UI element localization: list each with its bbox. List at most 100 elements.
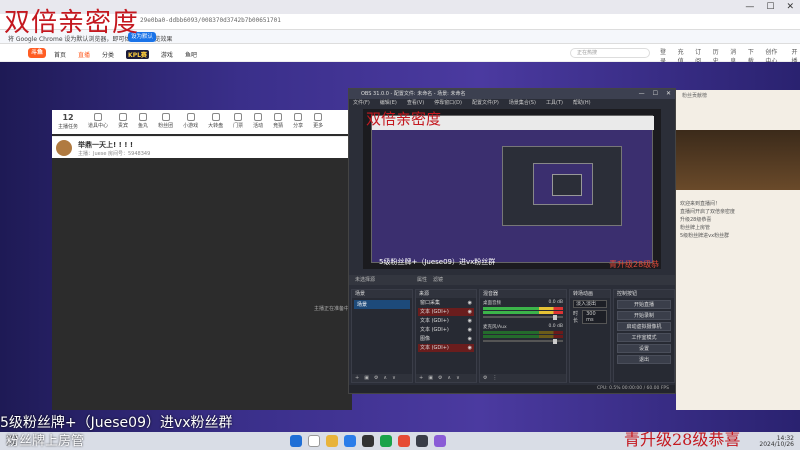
properties-button[interactable]: 属性 xyxy=(417,275,427,285)
filters-button[interactable]: 滤镜 xyxy=(433,275,443,285)
url-text[interactable]: 29e0ba0-ddbb6093/008370d3742b7b00651701 xyxy=(140,17,281,24)
trash-icon[interactable]: ▣ xyxy=(364,374,369,382)
source-item[interactable]: 文本 (GDI+) ◉ xyxy=(418,344,474,352)
maximize-icon[interactable]: ☐ xyxy=(766,2,774,12)
toolbar-item-wheel[interactable]: 大转盘 xyxy=(208,113,223,131)
mixer-channel-db: 0.0 dB xyxy=(548,300,563,305)
avatar[interactable] xyxy=(56,140,72,156)
arrow-down-icon[interactable]: ∨ xyxy=(392,374,396,382)
search-icon[interactable] xyxy=(308,435,320,447)
menu-edit[interactable]: 编辑(E) xyxy=(380,99,397,108)
source-item[interactable]: 文本 (GDI+) ◉ xyxy=(418,308,474,316)
eye-icon[interactable]: ◉ xyxy=(468,299,472,307)
nav-kpl[interactable]: KPL赛 xyxy=(126,50,149,59)
duration-label: 时长 xyxy=(573,311,579,324)
start-streaming-button[interactable]: 开始直播 xyxy=(617,300,671,309)
source-item[interactable]: 窗口采集 ◉ xyxy=(418,299,474,307)
settings-button[interactable]: 设置 xyxy=(617,344,671,353)
more-icon[interactable]: ⋮ xyxy=(492,374,497,382)
maximize-icon[interactable]: ☐ xyxy=(653,89,658,99)
virtual-camera-button[interactable]: 启动虚拟摄像机 xyxy=(617,322,671,331)
add-icon[interactable]: + xyxy=(355,374,359,382)
volume-meter xyxy=(483,335,563,338)
toolbar-item-fans[interactable]: 粉丝团 xyxy=(158,113,173,131)
menu-file[interactable]: 文件(F) xyxy=(353,99,370,108)
add-icon[interactable]: + xyxy=(419,374,423,382)
toolbar-item-fishball[interactable]: 鱼丸 xyxy=(138,113,148,131)
settings-icon[interactable]: ⚙ xyxy=(374,374,378,382)
menu-profile[interactable]: 配置文件(P) xyxy=(472,99,499,108)
eye-icon[interactable]: ◉ xyxy=(468,317,472,325)
menu-scene-collection[interactable]: 场景集合(S) xyxy=(509,99,536,108)
list-item: 5级粉丝牌进vx粉丝群 xyxy=(680,233,730,239)
steam-icon[interactable] xyxy=(362,435,374,447)
toolbar-item-ticket[interactable]: 门票 xyxy=(233,113,243,131)
wechat-icon[interactable] xyxy=(380,435,392,447)
nav-games[interactable]: 游戏 xyxy=(161,50,173,59)
nav-yuba[interactable]: 鱼吧 xyxy=(185,50,197,59)
arrow-down-icon[interactable]: ∨ xyxy=(456,374,460,382)
eye-icon[interactable]: ◉ xyxy=(468,326,472,334)
obs-preview[interactable]: 5级粉丝牌+（Juese09）进vx粉丝群 青升级28级恭 xyxy=(363,109,661,269)
source-item[interactable]: 文本 (GDI+) ◉ xyxy=(418,317,474,325)
source-item[interactable]: 图像 ◉ xyxy=(418,335,474,343)
obs-icon[interactable] xyxy=(416,435,428,447)
nav-home[interactable]: 首页 xyxy=(54,50,66,59)
sidebar-game-banner[interactable] xyxy=(676,130,800,190)
toolbar-item-share[interactable]: 分享 xyxy=(293,113,303,131)
source-tabs: 属性 滤镜 xyxy=(417,275,443,285)
volume-slider[interactable] xyxy=(483,314,563,320)
duration-input[interactable]: 300 ms xyxy=(582,310,607,324)
app-icon[interactable] xyxy=(434,435,446,447)
douyu-logo[interactable]: 斗鱼 xyxy=(28,48,46,58)
volume-meter xyxy=(483,331,563,334)
trash-icon[interactable]: ▣ xyxy=(428,374,433,382)
close-icon[interactable]: ✕ xyxy=(666,89,671,99)
arrow-up-icon[interactable]: ∧ xyxy=(447,374,451,382)
toolbar-item-guess[interactable]: 竞猜 xyxy=(273,113,283,131)
nav-live[interactable]: 直播 xyxy=(78,50,90,59)
fan-badge-icon xyxy=(161,113,170,121)
settings-icon[interactable]: ⚙ xyxy=(483,374,487,382)
rank-label[interactable]: 粉丝贡献榜 xyxy=(682,92,707,99)
scene-item[interactable]: 场景 xyxy=(354,300,410,309)
menu-view[interactable]: 查看(V) xyxy=(407,99,424,108)
exit-button[interactable]: 退出 xyxy=(617,355,671,364)
folder-icon[interactable] xyxy=(326,435,338,447)
system-tray[interactable]: 14:32 2024/10/26 xyxy=(759,436,794,448)
obs-menubar: 文件(F) 编辑(E) 查看(V) 停靠窗口(D) 配置文件(P) 场景集合(S… xyxy=(349,99,675,108)
eye-icon[interactable]: ◉ xyxy=(468,335,472,343)
minimize-icon[interactable]: — xyxy=(639,89,645,99)
menu-help[interactable]: 帮助(H) xyxy=(573,99,591,108)
nav-category[interactable]: 分类 xyxy=(102,50,114,59)
close-icon[interactable]: ✕ xyxy=(786,2,794,12)
toolbar-item-minigame[interactable]: 小游戏 xyxy=(183,113,198,131)
toolbar-item-more[interactable]: 更多 xyxy=(313,113,323,131)
streamer-meta: 主播：Juese 房间号：5948349 xyxy=(78,151,151,157)
toolbar-item-props[interactable]: 道具中心 xyxy=(88,113,108,131)
chrome-icon[interactable] xyxy=(398,435,410,447)
eye-icon[interactable]: ◉ xyxy=(468,308,472,316)
minimize-icon[interactable]: — xyxy=(745,2,754,12)
transition-select[interactable]: 淡入淡出 xyxy=(573,300,607,308)
menu-tools[interactable]: 工具(T) xyxy=(546,99,563,108)
edge-icon[interactable] xyxy=(344,435,356,447)
preview-nested-capture-2 xyxy=(533,163,593,205)
site-search-input[interactable]: 正在热搜 xyxy=(570,48,650,58)
mixer-channel: 麦克风/Aux 0.0 dB xyxy=(483,324,563,344)
room-count: 12 主播任务 xyxy=(58,113,79,130)
menu-docks[interactable]: 停靠窗口(D) xyxy=(434,99,462,108)
settings-icon[interactable]: ⚙ xyxy=(438,374,442,382)
source-item[interactable]: 文本 (GDI+) ◉ xyxy=(418,326,474,334)
eye-icon[interactable]: ◉ xyxy=(468,344,472,352)
volume-slider[interactable] xyxy=(483,338,563,344)
event-icon xyxy=(254,113,263,121)
controls-dock-header: 控制按钮 xyxy=(614,290,674,298)
studio-mode-button[interactable]: 工作室模式 xyxy=(617,333,671,342)
toolbar-item-event[interactable]: 活动 xyxy=(253,113,263,131)
game-icon xyxy=(186,113,195,121)
windows-start-icon[interactable] xyxy=(290,435,302,447)
toolbar-item-vip[interactable]: 贵宾 xyxy=(118,113,128,131)
arrow-up-icon[interactable]: ∧ xyxy=(383,374,387,382)
start-recording-button[interactable]: 开始录制 xyxy=(617,311,671,320)
